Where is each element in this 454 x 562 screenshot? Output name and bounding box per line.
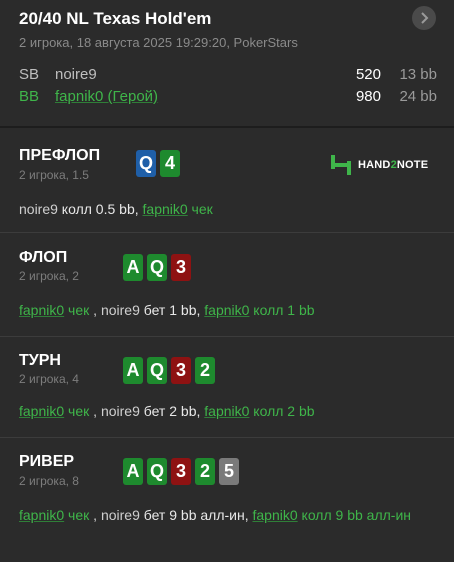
action-separator: , bbox=[89, 507, 101, 523]
board-cards: AQ325 bbox=[123, 458, 239, 485]
street-section: ТУРН 2 игрока, 4 A Q 3 2 fapnik0 чек , noire9 … bbox=[0, 337, 454, 438]
hero-player-link[interactable]: fapnik0 bbox=[204, 302, 249, 318]
card: A bbox=[123, 357, 143, 384]
card: 3 bbox=[171, 254, 191, 281]
hand-title: 20/40 NL Texas Hold'em bbox=[19, 9, 212, 28]
action-separator: , bbox=[89, 403, 101, 419]
street-info: 2 игрока, 4 bbox=[19, 372, 79, 386]
card: Q bbox=[147, 357, 167, 384]
street-actions: fapnik0 чек , noire9 бет 1 bb, fapnik0 к… bbox=[19, 299, 439, 321]
street-name: ПРЕФЛОП bbox=[19, 147, 101, 164]
street-name: ФЛОП bbox=[19, 249, 68, 266]
action-text: бет 2 bb, bbox=[139, 403, 205, 419]
card: 3 bbox=[171, 458, 191, 485]
street-section: ПРЕФЛОП 2 игрока, 1.5 Q 4 noire9 колл 0.5 bb… bbox=[0, 130, 454, 233]
action-text: бет 9 bb алл-ин, bbox=[139, 507, 253, 523]
street-info: 2 игрока, 1.5 bbox=[19, 168, 89, 182]
player-stack: 980 bbox=[355, 88, 381, 105]
board-cards: AQ32 bbox=[123, 357, 215, 384]
action-text: чек bbox=[64, 302, 90, 318]
street-actions: noire9 колл 0.5 bb, fapnik0 чек bbox=[19, 198, 439, 220]
street-info: 2 игрока, 8 bbox=[19, 474, 79, 488]
card: Q bbox=[147, 254, 167, 281]
street-actions: fapnik0 чек , noire9 бет 2 bb, fapnik0 к… bbox=[19, 400, 439, 422]
card: Q bbox=[147, 458, 167, 485]
action-text: колл 0.5 bb, bbox=[57, 201, 143, 217]
card: 4 bbox=[160, 150, 180, 177]
hero-name-link[interactable]: fapnik0 (Герой) bbox=[55, 88, 158, 105]
action-text: бет 1 bb, bbox=[139, 302, 205, 318]
street-info: 2 игрока, 2 bbox=[19, 269, 79, 283]
chevron-right-icon bbox=[421, 12, 429, 24]
action-text: колл 2 bb bbox=[249, 403, 315, 419]
hand-subtitle: 2 игрока, 18 августа 2025 19:29:20, Poke… bbox=[19, 35, 298, 50]
card: A bbox=[123, 254, 143, 281]
action-text: колл 1 bb bbox=[249, 302, 315, 318]
hero-player-link[interactable]: fapnik0 bbox=[204, 403, 249, 419]
street-name: РИВЕР bbox=[19, 453, 75, 470]
card: 3 bbox=[171, 357, 191, 384]
hero-player-link[interactable]: fapnik0 bbox=[19, 403, 64, 419]
street-name: ТУРН bbox=[19, 352, 61, 369]
hero-player-link[interactable]: fapnik0 bbox=[253, 507, 298, 523]
player-row-bb: BB fapnik0 (Герой) 980 24 bb bbox=[19, 88, 437, 108]
player-row-sb: SB noire9 520 13 bb bbox=[19, 66, 437, 86]
villain-player-name: noire9 bbox=[100, 403, 140, 419]
hero-player-link[interactable]: fapnik0 bbox=[19, 302, 64, 318]
board-cards: Q4 bbox=[136, 150, 180, 177]
street-actions: fapnik0 чек , noire9 бет 9 bb алл-ин, fa… bbox=[19, 504, 439, 526]
card: 2 bbox=[195, 357, 215, 384]
street-section: РИВЕР 2 игрока, 8 A Q 3 2 5 fapnik0 чек , noire… bbox=[0, 438, 454, 562]
hand-header: 20/40 NL Texas Hold'em 2 игрока, 18 авгу… bbox=[0, 0, 454, 128]
street-section: ФЛОП 2 игрока, 2 A Q 3 fapnik0 чек , noire9 б… bbox=[0, 233, 454, 337]
villain-player-name: noire9 bbox=[19, 201, 58, 217]
next-hand-button[interactable] bbox=[412, 6, 436, 30]
card: A bbox=[123, 458, 143, 485]
hero-player-link[interactable]: fapnik0 bbox=[143, 201, 188, 217]
action-text: чек bbox=[187, 201, 213, 217]
player-stack: 520 bbox=[355, 66, 381, 83]
player-position: BB bbox=[19, 88, 40, 105]
villain-player-name: noire9 bbox=[100, 507, 140, 523]
hero-player-link[interactable]: fapnik0 bbox=[19, 507, 64, 523]
action-text: колл 9 bb алл-ин bbox=[297, 507, 412, 523]
card: 2 bbox=[195, 458, 215, 485]
action-separator: , bbox=[89, 302, 101, 318]
card: 5 bbox=[219, 458, 239, 485]
action-text: чек bbox=[64, 403, 90, 419]
player-name: noire9 bbox=[55, 66, 97, 83]
player-stack-bb: 13 bb bbox=[399, 66, 437, 83]
board-cards: AQ3 bbox=[123, 254, 191, 281]
card: Q bbox=[136, 150, 156, 177]
player-stack-bb: 24 bb bbox=[399, 88, 437, 105]
player-position: SB bbox=[19, 66, 40, 83]
action-text: чек bbox=[64, 507, 90, 523]
villain-player-name: noire9 bbox=[100, 302, 140, 318]
